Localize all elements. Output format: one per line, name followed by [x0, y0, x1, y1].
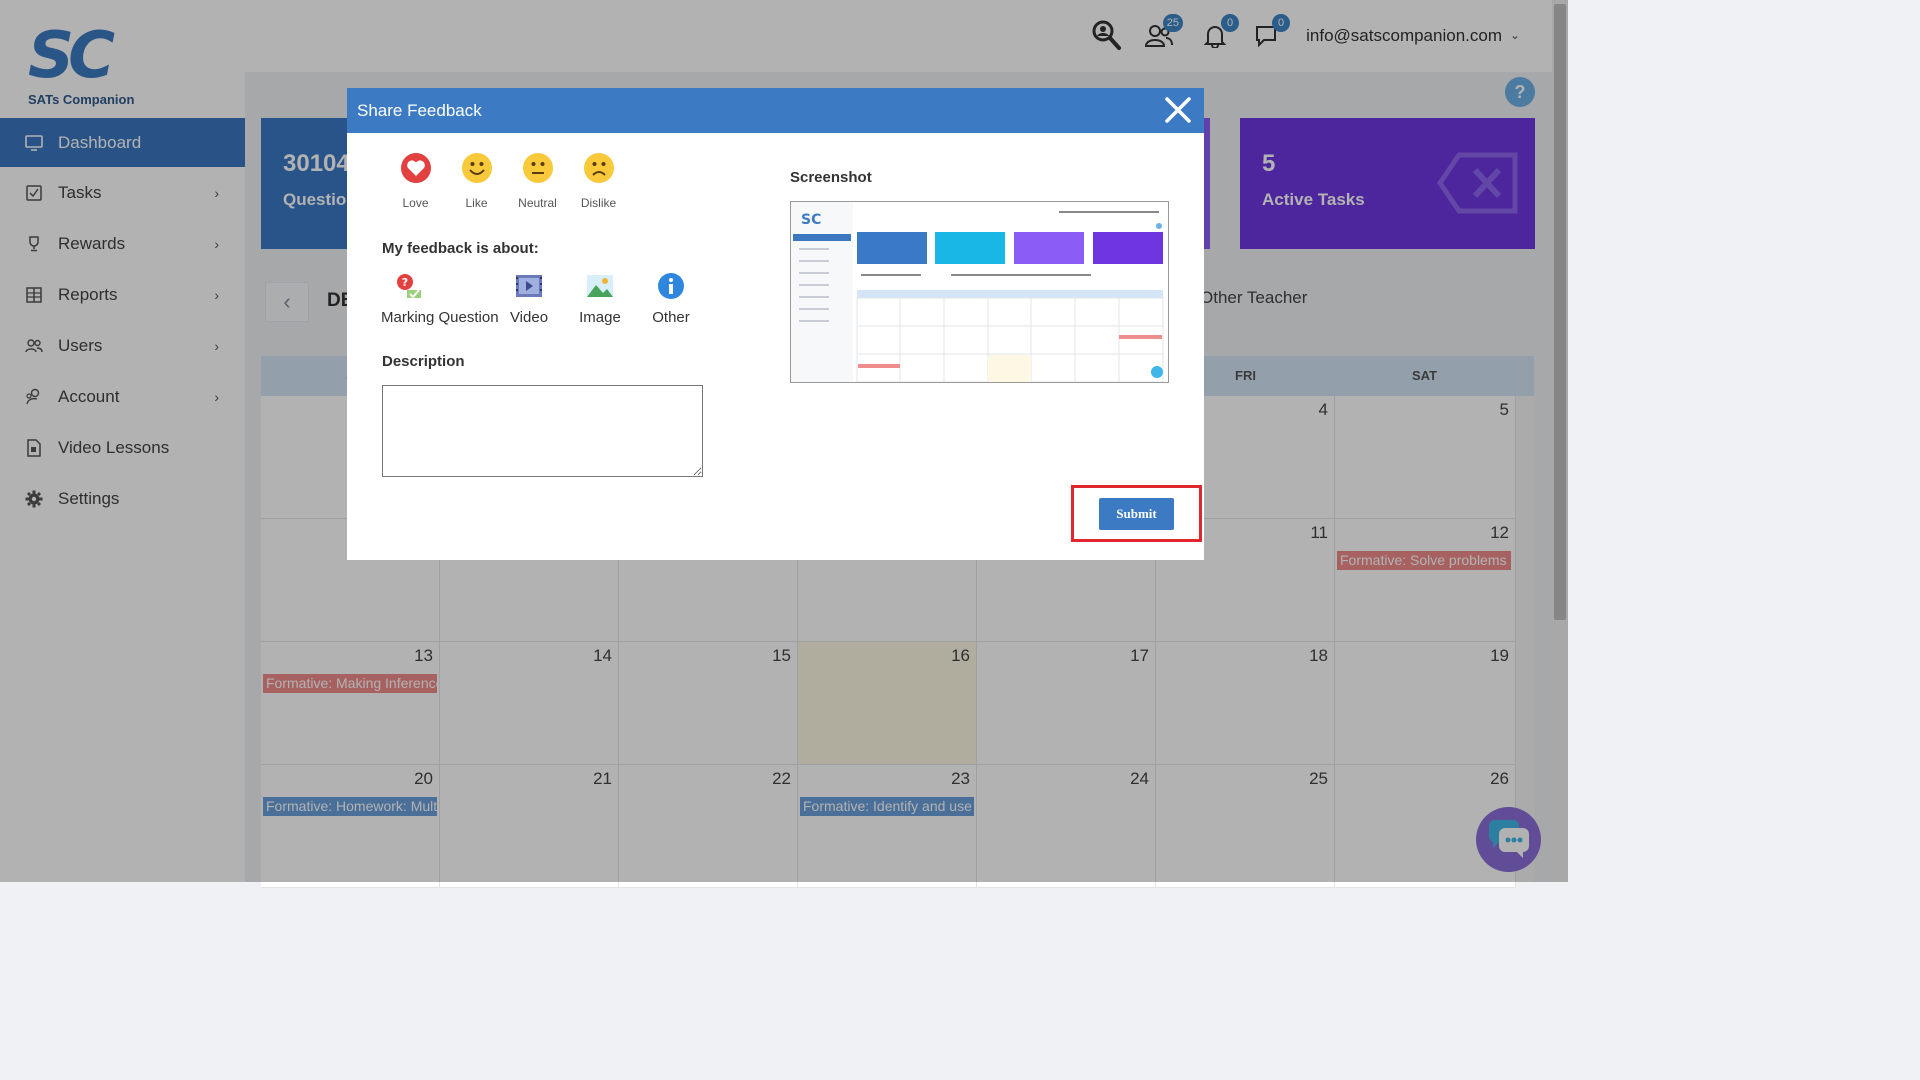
feedback-about-heading: My feedback is about: [382, 240, 539, 257]
marking-icon: ? [397, 274, 421, 299]
dialog-title: Share Feedback [357, 101, 482, 120]
reaction-dislike[interactable]: Dislike [568, 152, 629, 210]
reaction-neutral[interactable]: Neutral [507, 152, 568, 210]
description-textarea[interactable] [382, 385, 703, 477]
share-feedback-dialog: Share Feedback Love Like Neutral Dislike… [347, 88, 1204, 560]
feedback-about-options: ? Marking Question Video Image Other [381, 272, 691, 326]
reaction-label: Dislike [580, 196, 617, 210]
about-label: Video [509, 309, 549, 326]
about-label: Image [579, 309, 621, 326]
neutral-face-icon [522, 153, 553, 183]
submit-highlight: Submit [1071, 485, 1202, 542]
heart-icon [400, 153, 431, 183]
about-label: Marking Question [381, 309, 499, 326]
svg-text:?: ? [402, 276, 408, 289]
screenshot-heading: Screenshot [790, 169, 872, 186]
info-icon [658, 273, 684, 299]
reaction-like[interactable]: Like [446, 152, 507, 210]
reaction-label: Love [402, 196, 429, 210]
smile-icon [461, 153, 492, 183]
reaction-label: Like [465, 196, 488, 210]
screenshot-preview: SC [790, 201, 1169, 383]
about-video[interactable]: Video [509, 272, 549, 326]
reaction-options: Love Like Neutral Dislike [385, 152, 629, 210]
close-icon[interactable] [1164, 96, 1192, 124]
submit-button[interactable]: Submit [1099, 498, 1174, 530]
reaction-label: Neutral [518, 196, 557, 210]
frown-icon [583, 153, 614, 183]
image-icon [587, 275, 613, 297]
svg-text:SC: SC [801, 212, 821, 228]
about-image[interactable]: Image [570, 272, 630, 326]
reaction-love[interactable]: Love [385, 152, 446, 210]
film-icon [516, 275, 542, 297]
screenshot-thumbnail-image: SC [791, 202, 1168, 382]
about-other[interactable]: Other [651, 272, 691, 326]
dialog-header: Share Feedback [347, 88, 1204, 133]
about-label: Other [652, 309, 690, 326]
about-marking-question[interactable]: ? Marking Question [381, 272, 505, 326]
description-heading: Description [382, 353, 465, 370]
